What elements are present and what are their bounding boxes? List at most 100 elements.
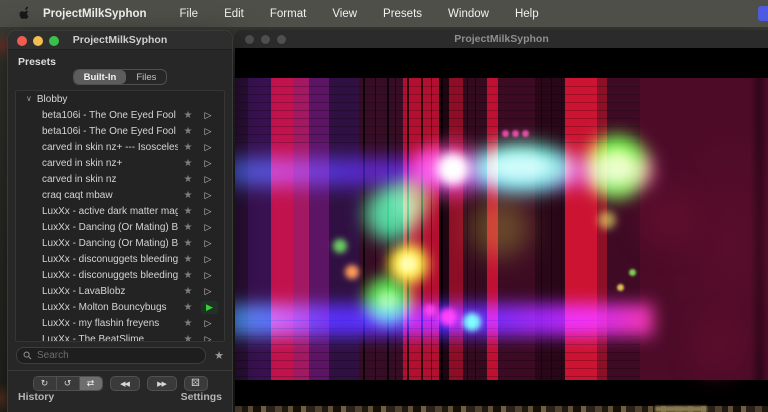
dice-icon: ⚄ [191,378,200,389]
minimize-button[interactable] [33,36,43,46]
menu-item-presets[interactable]: Presets [383,8,422,20]
search-box[interactable] [16,347,206,364]
chevron-down-icon: ∨ [26,94,32,103]
minimize-button-inactive[interactable] [261,35,270,44]
star-icon[interactable]: ★ [178,302,198,313]
preset-row[interactable]: LuxXx - my flashin freyens ★ ▷ [16,315,224,331]
star-icon[interactable]: ★ [178,142,198,153]
star-icon[interactable]: ★ [178,334,198,342]
star-icon[interactable]: ★ [178,206,198,217]
panel-window-title: ProjectMilkSyphon [73,34,168,46]
zoom-button-inactive[interactable] [277,35,286,44]
preset-name: LuxXx - Dancing (Or Mating) Blo... [42,238,178,249]
close-button[interactable] [17,36,27,46]
star-icon[interactable]: ★ [178,174,198,185]
preset-name: LuxXx - Molton Bouncybugs [42,302,178,313]
play-icon[interactable]: ▷ [198,126,218,137]
play-icon[interactable]: ▷ [198,286,218,297]
star-icon[interactable]: ★ [178,110,198,121]
cycle-button[interactable]: ↺ [57,377,80,390]
preset-row[interactable]: carved in skin nz ★ ▷ [16,171,224,187]
preset-group-row[interactable]: ∨ Blobby [16,91,224,107]
preset-name: craq caqt mbaw [42,190,178,201]
preset-row-active[interactable]: LuxXx - Molton Bouncybugs ★ ▶ [16,299,224,315]
star-icon[interactable]: ★ [178,254,198,265]
history-button[interactable]: History [18,391,54,403]
visualizer-titlebar[interactable]: ProjectMilkSyphon [235,30,768,48]
play-icon[interactable]: ▷ [198,110,218,121]
transport-controls: ↻ ↺ ⇄ ◀◀ ▶▶ ⚄ [8,376,232,391]
green-blob-lower-core [378,290,398,310]
preset-row[interactable]: LuxXx - active dark matter mag... ★ ▷ [16,203,224,219]
small-green-dot [333,239,347,253]
star-icon[interactable]: ★ [178,238,198,249]
preset-name: LuxXx - disconuggets bleeding c... [42,254,178,265]
star-icon[interactable]: ★ [178,126,198,137]
play-icon[interactable]: ▷ [198,190,218,201]
play-icon[interactable]: ▷ [198,158,218,169]
olive-dim-blob [470,198,530,258]
apple-menu[interactable] [18,6,31,21]
preset-row[interactable]: carved in skin nz+ --- Isosceles... ★ ▷ [16,139,224,155]
play-icon[interactable]: ▷ [198,318,218,329]
play-icon-active[interactable]: ▶ [201,301,218,314]
play-icon[interactable]: ▷ [198,270,218,281]
search-input[interactable] [32,350,199,361]
menu-app-name[interactable]: ProjectMilkSyphon [43,8,147,20]
divider [8,370,232,371]
preset-row[interactable]: craq caqt mbaw ★ ▷ [16,187,224,203]
panel-titlebar[interactable]: ProjectMilkSyphon [8,31,232,50]
preset-name: LuxXx - my flashin freyens [42,318,178,329]
star-icon[interactable]: ★ [178,270,198,281]
repeat-button[interactable]: ↻ [34,377,57,390]
preset-row[interactable]: LuxXx - Dancing (Or Mating) Blo... ★ ▷ [16,219,224,235]
menu-item-format[interactable]: Format [270,8,306,20]
cyan-dot [463,313,481,331]
tab-files[interactable]: Files [126,70,166,84]
menubar-status-item[interactable] [758,6,768,21]
menu-item-window[interactable]: Window [448,8,489,20]
shuffle-button[interactable]: ⇄ [80,377,102,390]
star-icon[interactable]: ★ [178,222,198,233]
menu-item-view[interactable]: View [332,8,357,20]
presets-section-label: Presets [18,56,232,68]
preset-row[interactable]: LuxXx - disconuggets bleeding c... ★ ▷ [16,267,224,283]
preset-row[interactable]: beta106i - The One Eyed Fool cy... ★ ▷ [16,107,224,123]
star-icon[interactable]: ★ [178,286,198,297]
previous-preset-button[interactable]: ◀◀ [110,376,140,391]
preset-row[interactable]: LuxXx - Dancing (Or Mating) Blo... ★ ▷ [16,235,224,251]
preset-name: LuxXx - LavaBlobz [42,286,178,297]
menu-item-help[interactable]: Help [515,8,539,20]
star-icon[interactable]: ★ [178,190,198,201]
green-mid-blob [390,178,430,218]
favorite-star-icon[interactable]: ★ [214,349,224,362]
search-icon [23,351,32,360]
play-icon[interactable]: ▷ [198,142,218,153]
close-button-inactive[interactable] [245,35,254,44]
star-icon[interactable]: ★ [178,318,198,329]
play-icon[interactable]: ▷ [198,206,218,217]
random-preset-button[interactable]: ⚄ [184,376,208,391]
preset-row[interactable]: beta106i - The One Eyed Fool cy... ★ ▷ [16,123,224,139]
menu-item-edit[interactable]: Edit [224,8,244,20]
play-icon[interactable]: ▷ [198,254,218,265]
play-icon[interactable]: ▷ [198,334,218,342]
preset-row[interactable]: LuxXx - LavaBlobz ★ ▷ [16,283,224,299]
play-icon[interactable]: ▷ [198,174,218,185]
star-icon[interactable]: ★ [178,158,198,169]
preset-name: LuxXx - The BeatSlime [42,334,178,342]
preset-row[interactable]: LuxXx - disconuggets bleeding c... ★ ▷ [16,251,224,267]
preset-row[interactable]: LuxXx - The BeatSlime ★ ▷ [16,331,224,342]
play-icon[interactable]: ▷ [198,238,218,249]
next-preset-button[interactable]: ▶▶ [147,376,177,391]
settings-button[interactable]: Settings [181,391,222,403]
magenta-dot-b [512,130,519,137]
preset-row[interactable]: carved in skin nz+ ★ ▷ [16,155,224,171]
menu-item-file[interactable]: File [180,8,199,20]
yellow-blob-core [399,255,417,273]
tab-bar: Built-In Files [8,69,232,85]
preset-name: LuxXx - active dark matter mag... [42,206,178,217]
zoom-button[interactable] [49,36,59,46]
play-icon[interactable]: ▷ [198,222,218,233]
tab-built-in[interactable]: Built-In [74,70,127,84]
